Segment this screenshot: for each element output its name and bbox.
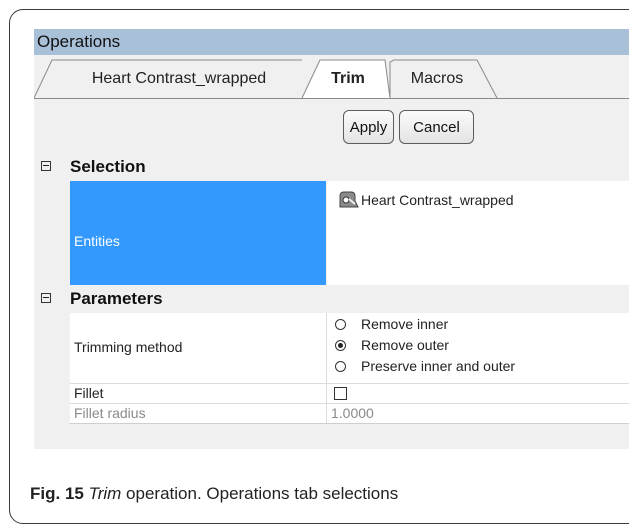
fillet-label-cell: Fillet xyxy=(70,384,326,403)
tab-label: Macros xyxy=(410,70,464,87)
panel-title: Operations xyxy=(34,29,629,55)
apply-button[interactable]: Apply xyxy=(343,110,394,144)
fillet-value-cell xyxy=(327,384,629,403)
section-title: Selection xyxy=(70,157,146,176)
entities-value-cell[interactable]: Heart Contrast_wrapped xyxy=(327,181,629,285)
tab-heart-contrast-wrapped[interactable]: Heart Contrast_wrapped xyxy=(56,60,302,98)
section-header-selection[interactable]: Selection xyxy=(34,153,629,181)
caption-fig-number: Fig. 15 xyxy=(30,484,84,503)
radio-remove-outer[interactable] xyxy=(335,340,346,351)
mesh-object-icon xyxy=(339,191,359,208)
radio-label: Remove inner xyxy=(361,316,449,332)
radio-remove-inner[interactable] xyxy=(335,319,346,330)
figure-caption: Fig. 15 Trim operation. Operations tab s… xyxy=(30,484,398,504)
column-divider xyxy=(326,313,327,423)
property-grid: Selection Entities Heart Contrast_wrappe… xyxy=(34,153,629,449)
fillet-radius-value-cell[interactable]: 1.0000 xyxy=(327,404,629,423)
tab-strip: Heart Contrast_wrapped Trim Macros xyxy=(34,55,629,99)
entities-value: Heart Contrast_wrapped xyxy=(361,192,514,208)
tab-trim[interactable]: Trim xyxy=(308,60,388,98)
tab-macros[interactable]: Macros xyxy=(394,60,480,98)
entities-label: Entities xyxy=(74,233,120,249)
collapse-icon[interactable] xyxy=(41,293,51,303)
trimming-method-options: Remove inner Remove outer Preserve inner… xyxy=(327,313,629,383)
fillet-checkbox[interactable] xyxy=(334,387,347,400)
caption-italic: Trim xyxy=(88,484,122,503)
row-divider xyxy=(70,423,629,424)
radio-label: Remove outer xyxy=(361,337,449,353)
section-header-parameters[interactable]: Parameters xyxy=(34,285,629,313)
tab-label: Trim xyxy=(331,70,365,87)
caption-text: operation. Operations tab selections xyxy=(121,484,399,503)
entities-label-cell[interactable]: Entities xyxy=(70,181,326,285)
trimming-method-label-cell: Trimming method xyxy=(70,313,326,383)
radio-label: Preserve inner and outer xyxy=(361,358,516,374)
tab-label: Heart Contrast_wrapped xyxy=(91,70,267,87)
trimming-method-label: Trimming method xyxy=(74,339,183,355)
collapse-icon[interactable] xyxy=(41,161,51,171)
fillet-radius-label: Fillet radius xyxy=(74,405,146,421)
fillet-radius-value: 1.0000 xyxy=(331,405,374,421)
fillet-radius-label-cell: Fillet radius xyxy=(70,404,326,423)
operations-panel: Operations Heart Contrast_wrapped Trim M… xyxy=(34,29,629,449)
fillet-label: Fillet xyxy=(74,385,104,401)
cancel-button[interactable]: Cancel xyxy=(399,110,474,144)
action-toolbar: Apply Cancel xyxy=(34,99,629,151)
radio-preserve-inner-outer[interactable] xyxy=(335,361,346,372)
section-title: Parameters xyxy=(70,289,163,308)
